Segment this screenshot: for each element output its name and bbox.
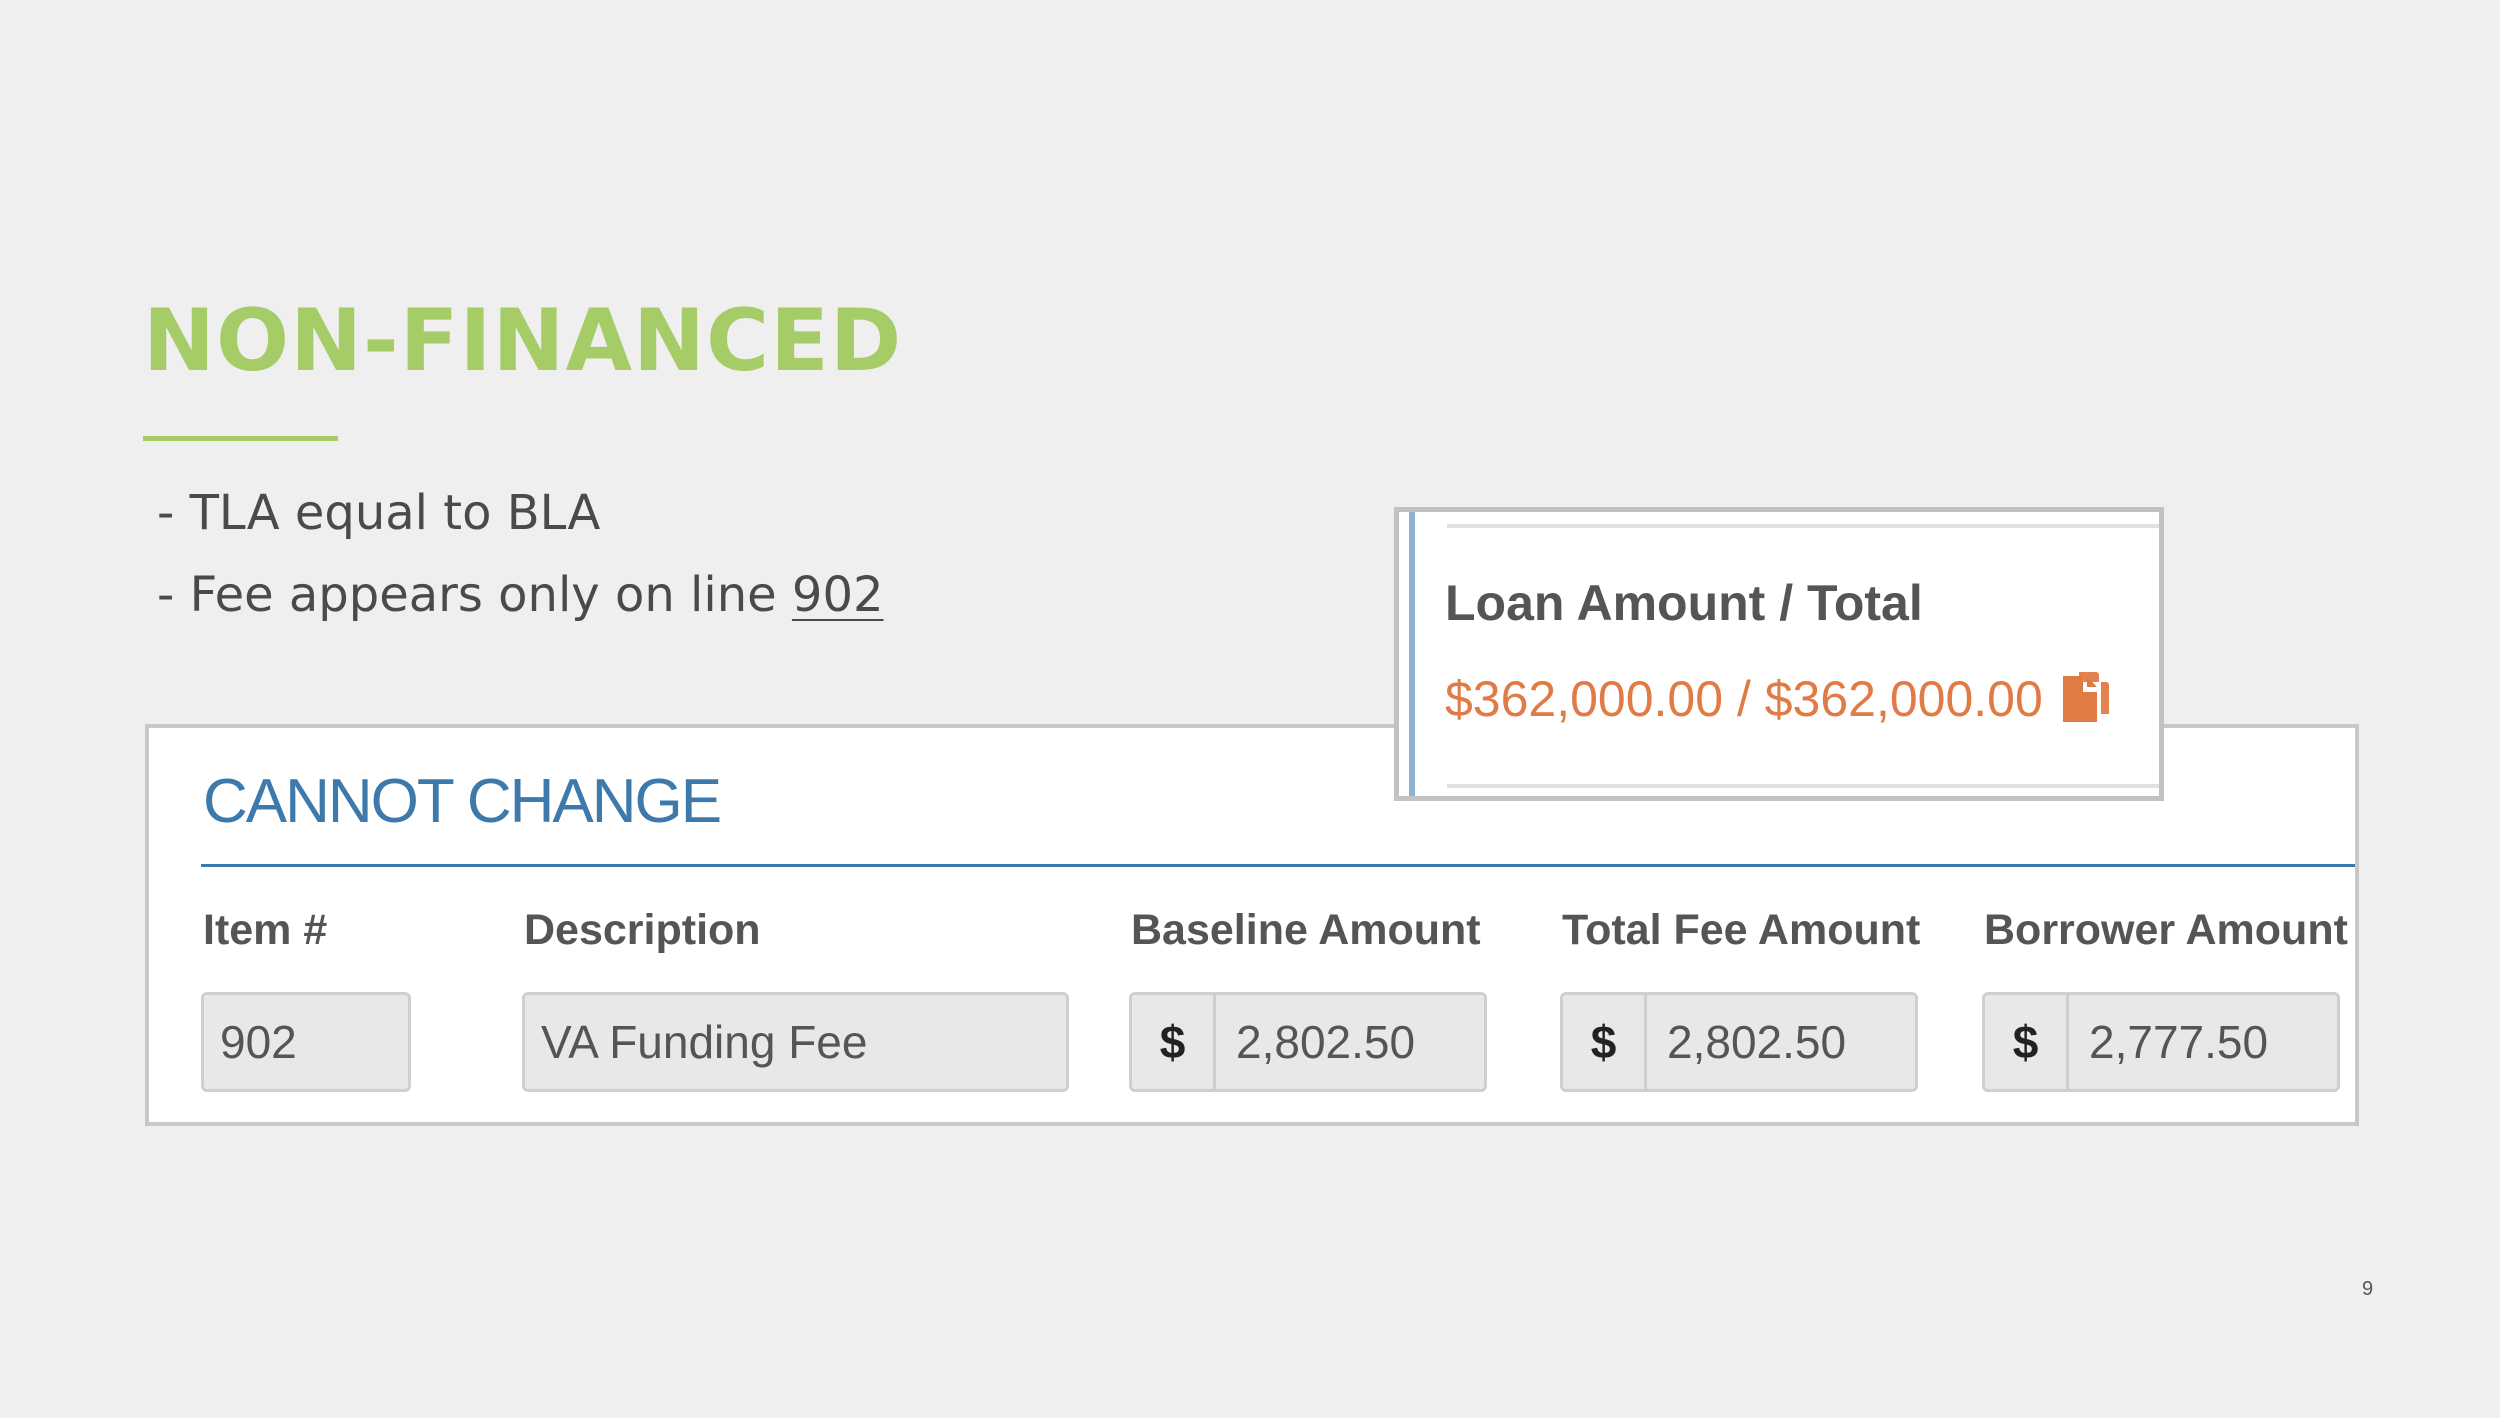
loan-amount-row: $362,000.00 / $362,000.00	[1445, 670, 2115, 728]
loan-amount-card: Loan Amount / Total $362,000.00 / $362,0…	[1394, 507, 2164, 801]
description-field[interactable]: VA Funding Fee	[522, 992, 1069, 1092]
column-header-borrower: Borrower Amount	[1984, 906, 2348, 954]
item-number-field[interactable]: 902	[201, 992, 411, 1092]
baseline-amount-field[interactable]: $ 2,802.50	[1129, 992, 1487, 1092]
baseline-amount-value: 2,802.50	[1236, 1016, 1416, 1068]
page-number: 9	[2362, 1278, 2374, 1300]
total-fee-amount-value: 2,802.50	[1667, 1016, 1847, 1068]
loan-amount-label: Loan Amount / Total	[1445, 575, 1923, 631]
currency-symbol: $	[1985, 995, 2069, 1089]
section-divider	[201, 864, 2355, 867]
card-top-rule	[1447, 524, 2159, 528]
title-underline	[143, 436, 338, 441]
item-number-value: 902	[220, 1016, 297, 1068]
card-bottom-rule	[1447, 784, 2159, 788]
bullet-text: - TLA equal to BLA	[157, 485, 601, 541]
borrower-amount-field[interactable]: $ 2,777.50	[1982, 992, 2340, 1092]
borrower-amount-value: 2,777.50	[2089, 1016, 2269, 1068]
bullet-item: - Fee appears only on line 902	[157, 554, 884, 636]
section-title: CANNOT CHANGE	[203, 767, 722, 836]
currency-symbol: $	[1563, 995, 1647, 1089]
card-accent-bar	[1409, 512, 1415, 796]
column-header-total-fee: Total Fee Amount	[1562, 906, 1921, 954]
column-header-description: Description	[524, 906, 761, 954]
total-fee-amount-field[interactable]: $ 2,802.50	[1560, 992, 1918, 1092]
loan-amount-value: $362,000.00 / $362,000.00	[1445, 671, 2043, 727]
bullet-item: - TLA equal to BLA	[157, 472, 884, 554]
column-header-baseline: Baseline Amount	[1131, 906, 1481, 954]
currency-symbol: $	[1132, 995, 1216, 1089]
bullet-list: - TLA equal to BLA - Fee appears only on…	[157, 472, 884, 636]
copy-icon[interactable]	[2057, 670, 2115, 728]
line-902-link[interactable]: 902	[792, 567, 884, 623]
slide-title: NON-FINANCED	[143, 291, 903, 391]
bullet-text: - Fee appears only on line	[157, 567, 792, 623]
description-value: VA Funding Fee	[541, 1016, 868, 1068]
column-header-item: Item #	[203, 906, 328, 954]
